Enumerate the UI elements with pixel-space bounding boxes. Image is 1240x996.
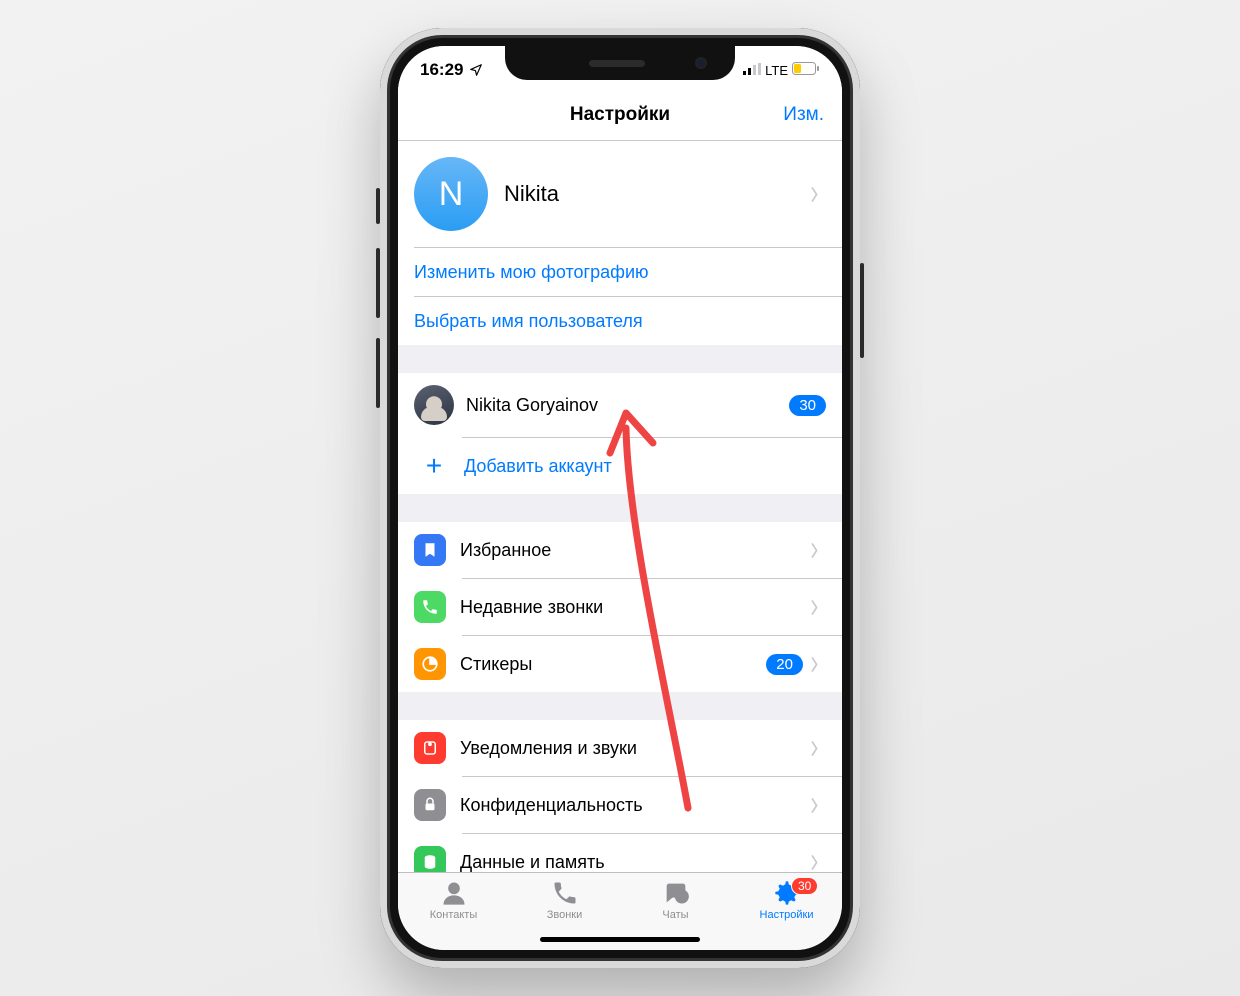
settings-group-2: Уведомления и звуки 〉 Конфиденциальность…: [398, 720, 842, 872]
change-photo-link[interactable]: Изменить мою фотографию: [398, 248, 842, 296]
notifications-label: Уведомления и звуки: [460, 738, 637, 759]
chevron-right-icon: 〉: [811, 795, 826, 816]
chevron-right-icon: 〉: [811, 597, 826, 618]
phone-icon: [414, 591, 446, 623]
chevron-right-icon: 〉: [811, 654, 826, 675]
chevron-right-icon: 〉: [811, 540, 826, 561]
stickers-row[interactable]: Стикеры 20 〉: [398, 636, 842, 692]
account-row[interactable]: Nikita Goryainov 30: [398, 373, 842, 437]
phone-frame: 16:29 LTE Настройки Изм.: [380, 28, 860, 968]
tab-calls-label: Звонки: [547, 909, 583, 921]
profile-group: N Nikita 〉 Изменить мою фотографию Выбра…: [398, 141, 842, 345]
data-storage-row[interactable]: Данные и память 〉: [398, 834, 842, 872]
status-time: 16:29: [420, 60, 463, 80]
tab-settings[interactable]: 30 Настройки: [731, 879, 842, 950]
chevron-right-icon: 〉: [811, 852, 826, 873]
avatar: N: [414, 157, 488, 231]
data-storage-label: Данные и память: [460, 852, 605, 873]
tab-contacts[interactable]: Контакты: [398, 879, 509, 950]
notch: [505, 46, 735, 80]
choose-username-link[interactable]: Выбрать имя пользователя: [398, 297, 842, 345]
profile-row[interactable]: N Nikita 〉: [398, 141, 842, 247]
recent-calls-row[interactable]: Недавние звонки 〉: [398, 579, 842, 635]
privacy-row[interactable]: Конфиденциальность 〉: [398, 777, 842, 833]
notifications-row[interactable]: Уведомления и звуки 〉: [398, 720, 842, 776]
speaker-icon: [589, 60, 645, 67]
profile-name: Nikita: [504, 181, 559, 207]
edit-button[interactable]: Изм.: [783, 104, 824, 126]
tab-settings-badge: 30: [791, 877, 818, 895]
lock-icon: [414, 789, 446, 821]
stickers-badge: 20: [766, 654, 803, 675]
battery-icon: [792, 60, 820, 80]
bell-icon: [414, 732, 446, 764]
account-name: Nikita Goryainov: [466, 395, 598, 416]
location-arrow-icon: [469, 63, 483, 77]
saved-label: Избранное: [460, 540, 551, 561]
sticker-icon: [414, 648, 446, 680]
screen: 16:29 LTE Настройки Изм.: [398, 46, 842, 950]
add-account-label: Добавить аккаунт: [464, 456, 612, 477]
content-scroll[interactable]: N Nikita 〉 Изменить мою фотографию Выбра…: [398, 141, 842, 872]
plus-icon: +: [414, 450, 454, 482]
settings-group-1: Избранное 〉 Недавние звонки 〉: [398, 522, 842, 692]
cell-signal-icon: [743, 60, 761, 80]
saved-messages-row[interactable]: Избранное 〉: [398, 522, 842, 578]
home-indicator[interactable]: [540, 937, 700, 942]
navbar: Настройки Изм.: [398, 94, 842, 141]
accounts-group: Nikita Goryainov 30 + Добавить аккаунт: [398, 373, 842, 494]
volume-down: [376, 338, 380, 408]
chevron-right-icon: 〉: [811, 184, 826, 205]
front-camera-icon: [695, 57, 707, 69]
add-account-row[interactable]: + Добавить аккаунт: [398, 438, 842, 494]
tab-contacts-label: Контакты: [430, 909, 478, 921]
recent-calls-label: Недавние звонки: [460, 597, 603, 618]
account-avatar-icon: [414, 385, 454, 425]
database-icon: [414, 846, 446, 872]
tab-chats-label: Чаты: [662, 909, 688, 921]
tab-settings-label: Настройки: [760, 909, 814, 921]
chevron-right-icon: 〉: [811, 738, 826, 759]
privacy-label: Конфиденциальность: [460, 795, 643, 816]
network-label: LTE: [765, 63, 788, 78]
volume-up: [376, 248, 380, 318]
stickers-label: Стикеры: [460, 654, 532, 675]
bookmark-icon: [414, 534, 446, 566]
mute-switch: [376, 188, 380, 224]
power-button: [860, 263, 864, 358]
page-title: Настройки: [414, 104, 826, 126]
account-badge: 30: [789, 395, 826, 416]
